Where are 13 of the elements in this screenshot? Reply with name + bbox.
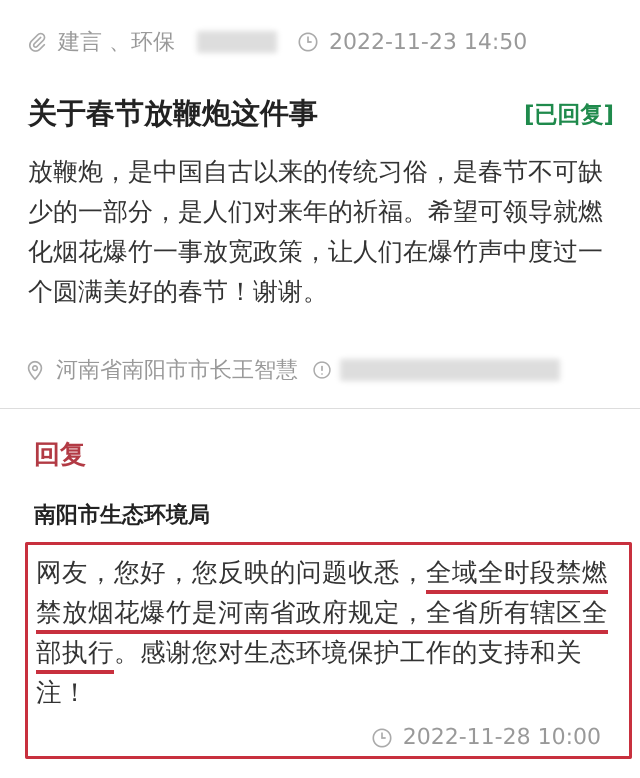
post-time: 2022-11-23 14:50 [329, 30, 528, 54]
reply-heading: 回复 [34, 439, 87, 472]
paperclip-icon [26, 31, 48, 53]
department-name: 南阳市生态环境局 [34, 502, 211, 530]
post-title: 关于春节放鞭炮这件事 [28, 95, 318, 132]
reply-time: 2022-11-28 10:00 [402, 725, 601, 750]
status-label: [已回复] [524, 100, 614, 130]
clock-icon [370, 726, 393, 748]
recipient: 河南省南阳市市长王智慧 [56, 357, 298, 385]
category-tags: 建言 、环保 [58, 27, 175, 57]
clock-icon [297, 31, 319, 53]
post-body: 放鞭炮，是中国自古以来的传统习俗，是春节不可缺少的一部分，是人们对来年的祈福。希望可领导就燃化烟花爆竹一事放宽政策，让人们在爆竹声中度过一个圆满美好的春节！谢谢。 [28, 156, 604, 308]
info-icon [312, 360, 332, 380]
